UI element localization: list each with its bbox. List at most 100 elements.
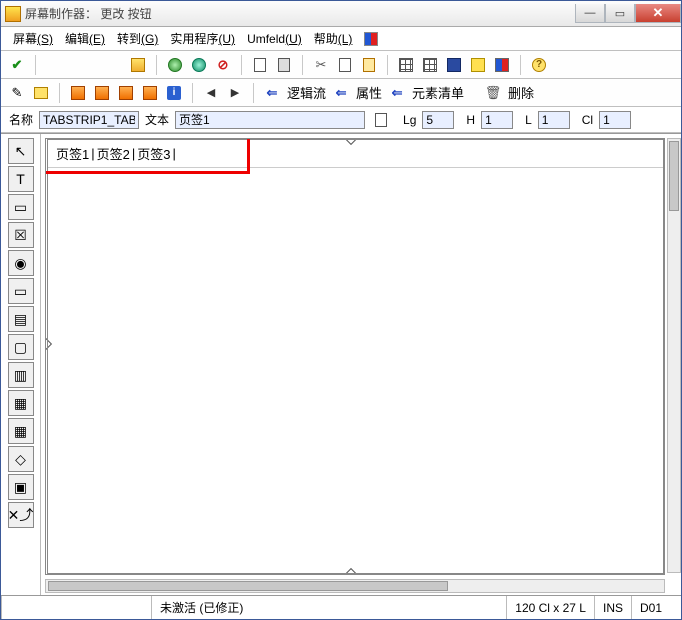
name-input[interactable] [39,111,139,129]
separator [59,83,60,103]
hscroll-thumb[interactable] [48,581,448,591]
tool-icon[interactable]: ▣ [8,474,34,500]
document-icon[interactable] [250,55,270,75]
status-empty [1,596,151,619]
main-area: ↖ T ▭ ☒ ◉ ▭ ▤ ▢ ▥ ▦ ▦ ◇ ▣ ✕⤴ 页签1| [1,133,681,595]
grid-2-icon[interactable] [420,55,440,75]
tool-custom[interactable]: ◇ [8,446,34,472]
minimize-button[interactable]: — [575,4,605,23]
window-buttons: — ▭ ✕ [575,4,681,23]
menu-goto[interactable]: 转到(G) [111,28,164,49]
separator [156,55,157,75]
copy-icon[interactable] [335,55,355,75]
check-icon[interactable]: ✔ [7,55,27,75]
element-info-row: 名称 文本 Lg H L Cl [1,107,681,133]
app-icon [5,6,21,22]
toolbar-1: ✔ ⊘ ✂ ? [1,51,681,79]
tool-text[interactable]: T [8,166,34,192]
tool-button[interactable]: ▭ [8,278,34,304]
tool-table[interactable]: ▦ [8,418,34,444]
separator [253,83,254,103]
wand-icon[interactable]: ✎ [7,83,27,103]
app-window: 屏幕制作器： 更改 按钮 — ▭ ✕ 屏幕(S) 编辑(E) 转到(G) 实用程… [0,0,682,620]
vscroll-thumb[interactable] [669,141,679,211]
menu-umfeld[interactable]: Umfeld(U) [241,30,308,48]
titlebar: 屏幕制作器： 更改 按钮 — ▭ ✕ [1,1,681,27]
grid-1-icon[interactable] [396,55,416,75]
tabstrip-header: 页签1| 页签2| 页签3| [48,140,663,168]
prev-icon[interactable]: ◀ [201,83,221,103]
tool-tabstrip[interactable]: ▤ [8,306,34,332]
tool-frame[interactable]: ▥ [8,362,34,388]
color-pair-icon[interactable] [492,55,512,75]
logic-flow-arrow-icon: ⇐ [262,83,282,103]
help-icon[interactable]: ? [529,55,549,75]
orange-2-icon[interactable] [92,83,112,103]
text-input[interactable] [175,111,365,129]
yellow-tile-icon[interactable] [468,55,488,75]
blue-tile-icon[interactable] [444,55,464,75]
tool-status[interactable]: ✕⤴ [8,502,34,528]
trash-icon[interactable]: 🗑 [483,83,503,103]
delete-button[interactable]: 删除 [507,83,535,103]
attributes-button[interactable]: 属性 [355,83,383,103]
logic-flow-button[interactable]: 逻辑流 [286,83,327,103]
separator [520,55,521,75]
separator [192,83,193,103]
tool-radio[interactable]: ◉ [8,250,34,276]
orange-1-icon[interactable] [68,83,88,103]
separator [35,55,36,75]
menu-screen[interactable]: 屏幕(S) [7,28,59,49]
tool-subscreen[interactable]: ▦ [8,390,34,416]
tab-1[interactable]: 页签1 [54,144,91,163]
toolbox: ↖ T ▭ ☒ ◉ ▭ ▤ ▢ ▥ ▦ ▦ ◇ ▣ ✕⤴ [1,134,41,595]
tool-pointer[interactable]: ↖ [8,138,34,164]
folder-icon[interactable] [31,83,51,103]
label-text: 文本 [145,111,169,128]
horizontal-scrollbar[interactable] [45,579,665,593]
activate-icon[interactable] [165,55,185,75]
separator [241,55,242,75]
tool-input[interactable]: ▭ [8,194,34,220]
refresh-icon[interactable] [189,55,209,75]
menu-utility[interactable]: 实用程序(U) [164,28,241,49]
next-icon[interactable]: ▶ [225,83,245,103]
element-list-button[interactable]: 元素清单 [411,83,465,103]
menu-help[interactable]: 帮助(L) [308,28,359,49]
menu-edit[interactable]: 编辑(E) [59,28,111,49]
close-button[interactable]: ✕ [635,4,681,23]
text-picker-icon[interactable] [371,110,391,130]
h-input[interactable] [481,111,513,129]
lg-input[interactable] [422,111,454,129]
toolbar-2: ✎ i ◀ ▶ ⇐ 逻辑流 ⇐ 属性 ⇐ 元素清单 🗑 删除 [1,79,681,107]
label-name: 名称 [9,111,33,128]
status-mode: INS [594,596,631,619]
orange-3-icon[interactable] [116,83,136,103]
status-page: D01 [631,596,681,619]
print-icon[interactable] [274,55,294,75]
save-icon[interactable] [128,55,148,75]
lg-label: Lg [403,113,416,127]
tabstrip-element[interactable]: 页签1| 页签2| 页签3| [47,139,664,574]
paste-icon[interactable] [359,55,379,75]
maximize-button[interactable]: ▭ [605,4,635,23]
design-canvas[interactable]: 页签1| 页签2| 页签3| [45,138,665,575]
attributes-arrow-icon: ⇐ [331,83,351,103]
cancel-icon[interactable]: ⊘ [213,55,233,75]
tool-box[interactable]: ▢ [8,334,34,360]
vertical-scrollbar[interactable] [667,138,681,573]
orange-4-icon[interactable] [140,83,160,103]
color-palette-icon[interactable] [364,32,378,46]
tab-3[interactable]: 页签3 [135,144,172,163]
status-state: 未激活 (已修正) [151,596,506,619]
cut-icon[interactable]: ✂ [311,55,331,75]
tool-checkbox[interactable]: ☒ [8,222,34,248]
info-icon[interactable]: i [164,83,184,103]
l-input[interactable] [538,111,570,129]
separator [302,55,303,75]
h-label: H [466,113,475,127]
tab-2[interactable]: 页签2 [95,144,132,163]
statusbar: 未激活 (已修正) 120 Cl x 27 L INS D01 [1,595,681,619]
cl-input[interactable] [599,111,631,129]
status-dims: 120 Cl x 27 L [506,596,594,619]
